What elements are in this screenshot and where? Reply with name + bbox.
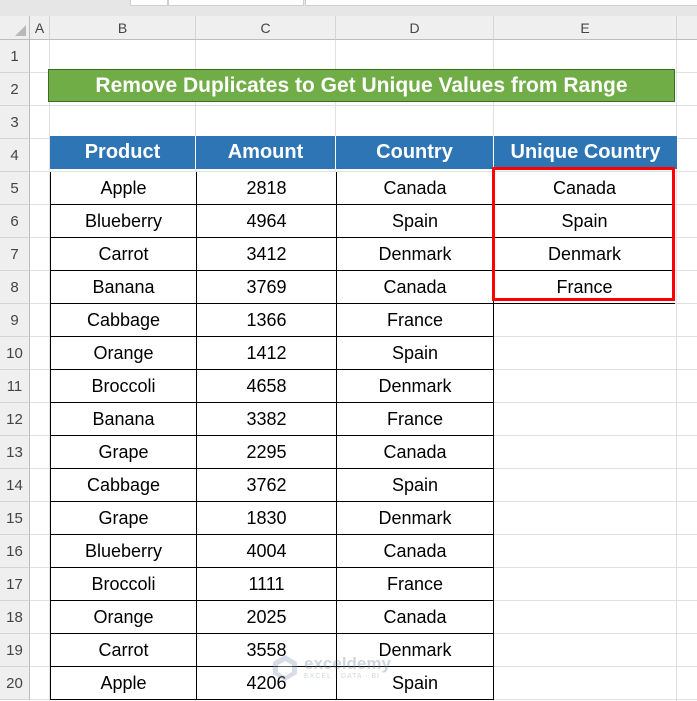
row-header[interactable]: 6: [0, 205, 30, 238]
table-cell-product[interactable]: Banana: [50, 271, 196, 304]
table-cell-amount[interactable]: 2025: [196, 601, 336, 634]
exceldemy-watermark: exceldemy EXCEL · DATA · BI: [270, 648, 440, 688]
table-cell-product[interactable]: Broccoli: [50, 370, 196, 403]
table-cell-product[interactable]: Cabbage: [50, 304, 196, 337]
row-header[interactable]: 11: [0, 370, 30, 403]
row-header[interactable]: 9: [0, 304, 30, 337]
table-cell-product[interactable]: Blueberry: [50, 205, 196, 238]
table-cell-amount[interactable]: 3769: [196, 271, 336, 304]
row-header[interactable]: 8: [0, 271, 30, 304]
table-cell-amount[interactable]: 1111: [196, 568, 336, 601]
table-cell-amount[interactable]: 1830: [196, 502, 336, 535]
header-amount[interactable]: Amount: [196, 136, 336, 169]
title-banner: Remove Duplicates to Get Unique Values f…: [48, 69, 675, 102]
row-header[interactable]: 18: [0, 601, 30, 634]
row-header[interactable]: 10: [0, 337, 30, 370]
table-cell-country[interactable]: Canada: [336, 436, 494, 469]
table-cell-product[interactable]: Broccoli: [50, 568, 196, 601]
table-cell-country[interactable]: Denmark: [336, 238, 494, 271]
table-cell-country[interactable]: Spain: [336, 205, 494, 238]
table-cell-product[interactable]: Carrot: [50, 238, 196, 271]
column-header-e[interactable]: E: [494, 16, 677, 40]
column-header-c[interactable]: C: [196, 16, 336, 40]
row-header[interactable]: 1: [0, 40, 30, 73]
table-cell-amount[interactable]: 3412: [196, 238, 336, 271]
table-cell-amount[interactable]: 1412: [196, 337, 336, 370]
table-cell-amount[interactable]: 2295: [196, 436, 336, 469]
table-cell-country[interactable]: Canada: [336, 271, 494, 304]
table-cell-country[interactable]: Spain: [336, 337, 494, 370]
row-header[interactable]: 20: [0, 667, 30, 700]
row-header[interactable]: 5: [0, 172, 30, 205]
table-cell-product[interactable]: Apple: [50, 172, 196, 205]
table-cell-amount[interactable]: 2818: [196, 172, 336, 205]
row-header[interactable]: 12: [0, 403, 30, 436]
table-cell-country[interactable]: France: [336, 304, 494, 337]
table-cell-country[interactable]: Denmark: [336, 502, 494, 535]
table-cell-amount[interactable]: 4964: [196, 205, 336, 238]
column-header-d[interactable]: D: [336, 16, 494, 40]
row-header[interactable]: 7: [0, 238, 30, 271]
table-cell-product[interactable]: Orange: [50, 601, 196, 634]
table-cell-product[interactable]: Grape: [50, 436, 196, 469]
table-cell-country[interactable]: Spain: [336, 469, 494, 502]
table-cell-amount[interactable]: 1366: [196, 304, 336, 337]
table-cell-amount[interactable]: 4658: [196, 370, 336, 403]
header-product[interactable]: Product: [50, 136, 196, 169]
row-header[interactable]: 3: [0, 106, 30, 139]
table-cell-product[interactable]: Carrot: [50, 634, 196, 667]
select-all-corner[interactable]: [0, 16, 30, 40]
watermark-tagline: EXCEL · DATA · BI: [304, 673, 380, 680]
row-header[interactable]: 15: [0, 502, 30, 535]
table-cell-product[interactable]: Grape: [50, 502, 196, 535]
table-cell-amount[interactable]: 3762: [196, 469, 336, 502]
tab-strip: [0, 0, 697, 16]
row-header[interactable]: 4: [0, 139, 30, 172]
tab-stub[interactable]: [130, 0, 168, 6]
row-header[interactable]: 13: [0, 436, 30, 469]
column-header-b[interactable]: B: [50, 16, 196, 40]
row-header[interactable]: 2: [0, 73, 30, 106]
row-header[interactable]: 17: [0, 568, 30, 601]
row-header[interactable]: 19: [0, 634, 30, 667]
unique-values-highlight: [492, 167, 675, 301]
table-cell-product[interactable]: Cabbage: [50, 469, 196, 502]
header-country[interactable]: Country: [336, 136, 494, 169]
table-cell-product[interactable]: Banana: [50, 403, 196, 436]
table-cell-country[interactable]: France: [336, 403, 494, 436]
table-cell-country[interactable]: Canada: [336, 535, 494, 568]
tab-stub[interactable]: [305, 0, 697, 6]
column-header-a[interactable]: A: [30, 16, 50, 40]
table-cell-product[interactable]: Blueberry: [50, 535, 196, 568]
exceldemy-logo-icon: [273, 655, 297, 681]
row-header[interactable]: 14: [0, 469, 30, 502]
gridline: [30, 105, 697, 106]
table-cell-country[interactable]: Denmark: [336, 370, 494, 403]
row-header[interactable]: 16: [0, 535, 30, 568]
watermark-name: exceldemy: [304, 654, 391, 673]
table-cell-country[interactable]: Canada: [336, 601, 494, 634]
header-unique-country[interactable]: Unique Country: [494, 136, 677, 169]
column-header-f[interactable]: [677, 16, 697, 40]
table-cell-product[interactable]: Orange: [50, 337, 196, 370]
table-cell-amount[interactable]: 3382: [196, 403, 336, 436]
table-cell-product[interactable]: Apple: [50, 667, 196, 700]
table-cell-country[interactable]: France: [336, 568, 494, 601]
table-cell-country[interactable]: Canada: [336, 172, 494, 205]
tab-stub[interactable]: [168, 0, 304, 6]
table-cell-amount[interactable]: 4004: [196, 535, 336, 568]
